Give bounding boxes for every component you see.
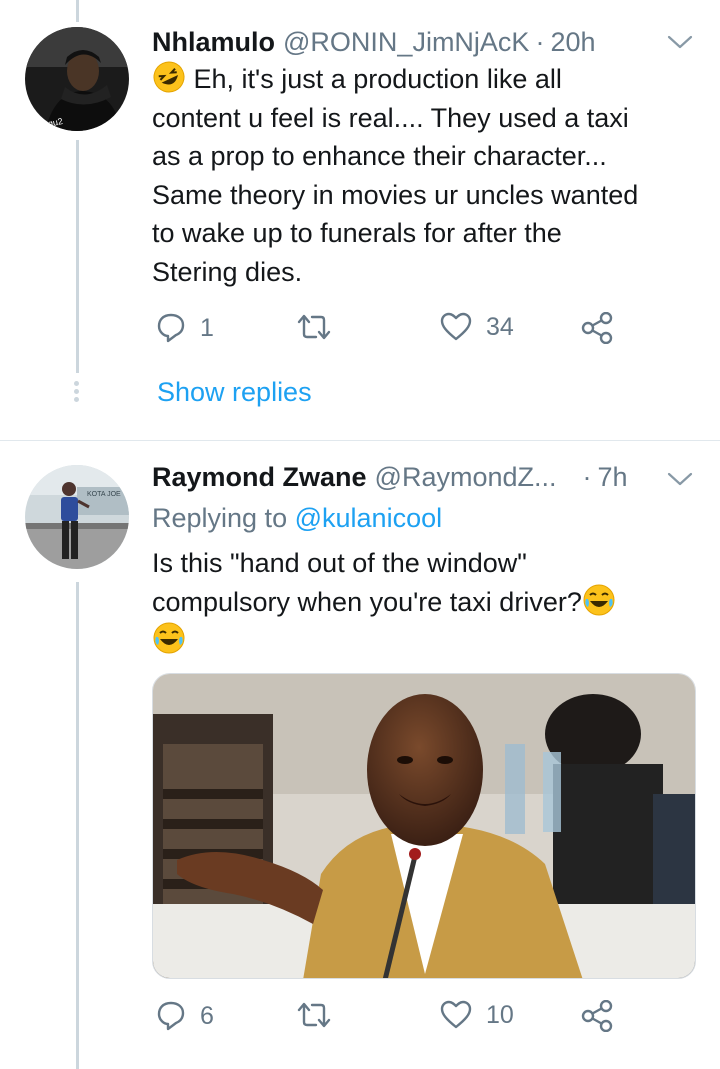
replying-to-handle[interactable]: @kulanicool bbox=[295, 503, 443, 533]
reply-icon bbox=[157, 1001, 185, 1031]
avatar-caption: me qu2 bbox=[32, 115, 64, 131]
tweet-line-1-text: Eh, it's just a production like all bbox=[193, 64, 562, 94]
tweet-photo[interactable] bbox=[152, 673, 696, 979]
like-count: 10 bbox=[486, 1000, 514, 1029]
tweet-line-3: as a prop to enhance their character... bbox=[152, 141, 607, 172]
tweet-line-2: content u feel is real.... They used a t… bbox=[152, 102, 629, 133]
tweet-text: Is this "hand out of the window" compuls… bbox=[152, 544, 702, 660]
avatar-sign-text: KOTA JOE bbox=[87, 491, 121, 498]
reply-icon bbox=[157, 313, 185, 343]
reply-button[interactable]: 6 bbox=[156, 1000, 214, 1032]
tweet-header: Raymond Zwane @RaymondZ... · 7h bbox=[152, 462, 628, 493]
timestamp[interactable]: 20h bbox=[550, 27, 595, 58]
like-icon bbox=[440, 1000, 472, 1029]
show-replies-link[interactable]: Show replies bbox=[157, 377, 312, 408]
username[interactable]: @RaymondZ... bbox=[375, 462, 557, 493]
reply-count: 6 bbox=[200, 1001, 214, 1030]
tweet-line-2: compulsory when you're taxi driver? bbox=[152, 583, 702, 622]
tweet-line-1: Is this "hand out of the window" bbox=[152, 548, 527, 578]
chevron-down-icon[interactable] bbox=[666, 469, 694, 489]
tweet-text: Eh, it's just a production like all cont… bbox=[152, 60, 702, 292]
display-name[interactable]: Raymond Zwane bbox=[152, 462, 367, 493]
replying-to: Replying to @kulanicool bbox=[152, 503, 442, 534]
share-button[interactable] bbox=[580, 312, 614, 344]
tweet-actions: 6 10 bbox=[156, 1000, 626, 1040]
share-button[interactable] bbox=[580, 1000, 614, 1032]
reply-button[interactable]: 1 bbox=[156, 312, 214, 344]
avatar[interactable]: me qu2 bbox=[25, 27, 129, 131]
like-button[interactable]: 10 bbox=[440, 1000, 514, 1030]
share-icon bbox=[581, 1000, 613, 1032]
retweet-button[interactable] bbox=[296, 1000, 332, 1030]
tweet-header: Nhlamulo @RONIN_JimNjAcK · 20h bbox=[152, 27, 596, 58]
share-icon bbox=[581, 312, 613, 344]
separator: · bbox=[582, 462, 592, 492]
retweet-icon bbox=[297, 314, 331, 340]
laughing-emoji-icon bbox=[583, 584, 615, 616]
reply-count: 1 bbox=[200, 313, 214, 342]
tweet-line-4: Same theory in movies ur uncles wanted bbox=[152, 179, 639, 210]
retweet-button[interactable] bbox=[296, 312, 332, 342]
timestamp[interactable]: 7h bbox=[598, 462, 628, 493]
retweet-icon bbox=[297, 1002, 331, 1028]
like-count: 34 bbox=[486, 312, 514, 341]
tweet-line-6: Stering dies. bbox=[152, 256, 303, 287]
tweet-line-3 bbox=[152, 621, 702, 660]
replying-to-prefix: Replying to bbox=[152, 503, 288, 533]
rofl-emoji-icon bbox=[153, 61, 185, 93]
chevron-down-icon[interactable] bbox=[666, 32, 694, 52]
tweet-line-1: Eh, it's just a production like all bbox=[152, 60, 702, 99]
laughing-emoji-icon bbox=[153, 622, 185, 654]
avatar[interactable]: KOTA JOE bbox=[25, 465, 129, 569]
tweet-line-5: to wake up to funerals for after the bbox=[152, 218, 562, 249]
tweet-line-2-text: compulsory when you're taxi driver? bbox=[152, 586, 582, 617]
display-name[interactable]: Nhlamulo bbox=[152, 27, 275, 58]
like-icon bbox=[440, 312, 472, 341]
separator: · bbox=[535, 27, 545, 57]
tweet-actions: 1 34 bbox=[156, 312, 626, 352]
username[interactable]: @RONIN_JimNjAcK bbox=[283, 27, 529, 58]
like-button[interactable]: 34 bbox=[440, 312, 514, 342]
tweet-1[interactable]: me qu2 Nhlamulo @RONIN_JimNjAcK · 20h Eh… bbox=[0, 0, 720, 440]
